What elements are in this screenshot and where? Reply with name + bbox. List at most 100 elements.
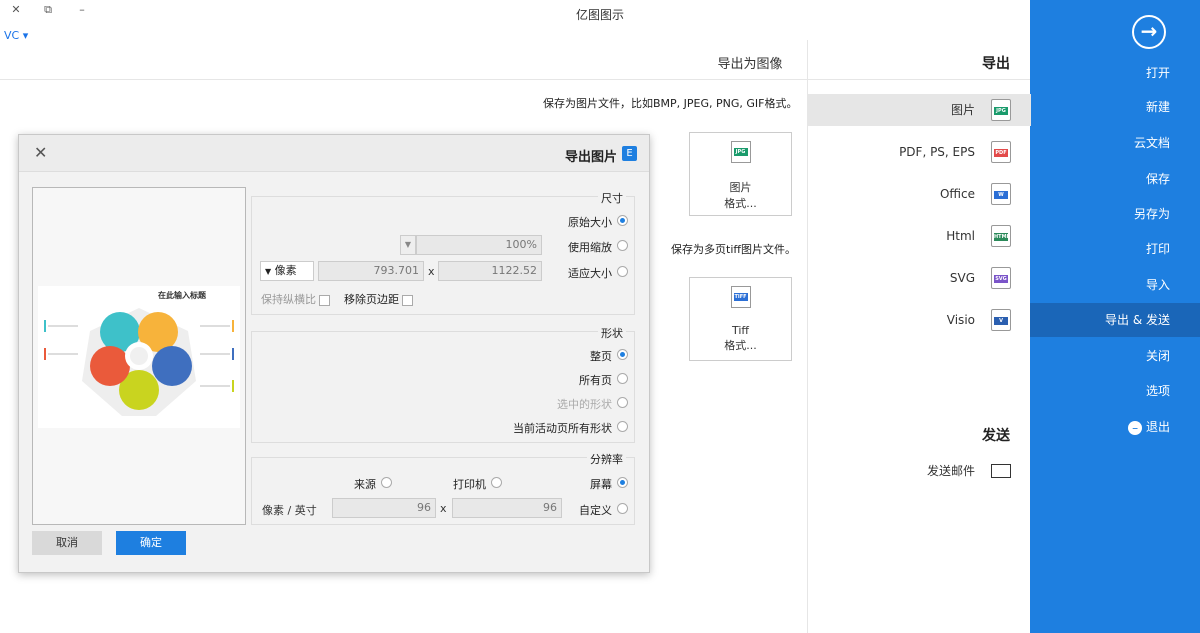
category-label: SVG	[949, 271, 975, 285]
whole-page-radio[interactable]: 整页	[590, 348, 628, 364]
zoom-field[interactable]: 100%	[416, 235, 542, 255]
radio-label: 所有页	[579, 374, 612, 387]
category-label: Office	[939, 187, 975, 201]
app-title: 亿图图示	[575, 8, 624, 22]
remove-margin-checkbox[interactable]: 移除页边距	[344, 291, 413, 307]
dialog-header: ✕ 导出图片 E	[19, 135, 649, 172]
sidebar-item-print[interactable]: 打印	[1030, 232, 1200, 266]
radio-label: 打印机	[453, 478, 486, 491]
exit-icon: –	[1128, 420, 1143, 435]
tiff-format-card[interactable]: TIFF Tiff 格式...	[689, 277, 792, 361]
export-image-dialog: ✕ 导出图片 E 在此输入标题 尺寸 原始大小 使用缩放 ▼ 100% 适应大小…	[18, 134, 650, 573]
radio-label: 屏幕	[590, 478, 612, 491]
svg-file-icon: SVG	[991, 267, 1011, 289]
sidebar-item-open[interactable]: 打开	[1030, 56, 1200, 90]
radio-label: 选中的形状	[557, 398, 612, 411]
card-title: 图片	[729, 181, 752, 194]
sidebar-item-new[interactable]: 新建	[1030, 90, 1200, 124]
close-icon[interactable]: ✕	[34, 143, 47, 162]
current-page-shapes-radio[interactable]: 当前活动页所有形状	[513, 420, 628, 436]
size-group: 尺寸 原始大小 使用缩放 ▼ 100% 适应大小 ▼ 像素 793.701 x …	[251, 190, 635, 315]
category-label: Visio	[946, 313, 975, 327]
times-sign: x	[440, 502, 447, 515]
category-html[interactable]: HTML Html	[808, 220, 1031, 252]
dialog-title: 导出图片	[564, 150, 617, 165]
screen-radio[interactable]: 屏幕	[590, 476, 628, 492]
app-logo-icon: E	[622, 146, 637, 161]
export-heading: 导出	[982, 56, 1010, 72]
sidebar-item-save-as[interactable]: 另存为	[1030, 197, 1200, 231]
word-file-icon: W	[991, 183, 1011, 205]
preview-canvas: 在此输入标题	[38, 286, 240, 428]
category-pdf[interactable]: PDF PDF, PS, EPS	[808, 136, 1031, 168]
radio-label: 整页	[590, 350, 612, 363]
resolution-group: 分辨率 屏幕 打印机 来源 自定义 像素 / 英寸 96 x 96	[251, 451, 635, 525]
zoom-dropdown-arrow-icon[interactable]: ▼	[400, 235, 416, 255]
radio-label: 使用缩放	[568, 241, 612, 254]
send-mail-label: 发送邮件	[926, 464, 975, 478]
category-visio[interactable]: V Visio	[808, 304, 1031, 336]
dpi-y-field[interactable]: 96	[332, 498, 436, 518]
checkbox-label: 移除页边距	[344, 293, 399, 306]
export-preview: 在此输入标题	[32, 187, 246, 525]
sidebar-item-export-send[interactable]: 导出 & 发送	[1030, 303, 1200, 337]
resolution-group-title: 分辨率	[587, 451, 626, 467]
radio-label: 原始大小	[568, 216, 612, 229]
radio-label: 当前活动页所有形状	[513, 422, 612, 435]
jpg-file-icon: JPG	[730, 141, 751, 163]
size-original-radio[interactable]: 原始大小	[568, 214, 628, 230]
dpi-x-field[interactable]: 96	[452, 498, 562, 518]
category-label: Html	[946, 229, 975, 243]
category-label: 图片	[950, 103, 975, 117]
times-sign: x	[428, 265, 435, 278]
all-pages-radio[interactable]: 所有页	[579, 372, 628, 388]
custom-radio[interactable]: 自定义	[579, 502, 628, 518]
page-title: 导出为图像	[717, 57, 783, 72]
selected-shapes-radio[interactable]: 选中的形状	[557, 396, 628, 412]
radio-label: 自定义	[579, 504, 612, 517]
shape-group-title: 形状	[598, 325, 626, 341]
cancel-button[interactable]: 取消	[32, 531, 102, 555]
card-title: Tiff	[731, 324, 749, 337]
keep-ratio-checkbox[interactable]: 保持纵横比	[261, 291, 330, 307]
unit-select[interactable]: ▼ 像素	[260, 261, 314, 281]
size-group-title: 尺寸	[598, 190, 626, 206]
send-heading: 发送	[982, 428, 1010, 444]
ok-button[interactable]: 确定	[116, 531, 186, 555]
flower-diagram-thumbnail	[44, 308, 234, 416]
unit-label: 像素	[274, 264, 297, 277]
dpi-unit-label: 像素 / 英寸	[262, 504, 317, 517]
size-fit-radio[interactable]: 适应大小	[568, 265, 628, 281]
category-label: PDF, PS, EPS	[899, 145, 975, 159]
width-field[interactable]: 1122.52	[438, 261, 542, 281]
export-category-pane: 导出 JPG 图片 PDF PDF, PS, EPS W Office HTML…	[807, 40, 1031, 633]
category-svg[interactable]: SVG SVG	[808, 262, 1031, 294]
category-image[interactable]: JPG 图片	[808, 94, 1031, 126]
back-arrow-icon[interactable]: →	[1132, 15, 1166, 49]
shape-group: 形状 整页 所有页 选中的形状 当前活动页所有形状	[251, 325, 635, 443]
sidebar-item-options[interactable]: 选项	[1030, 374, 1200, 408]
height-field[interactable]: 793.701	[318, 261, 424, 281]
sidebar-item-save[interactable]: 保存	[1030, 162, 1200, 196]
tiff-format-description: 保存为多页tiff图片文件。	[671, 243, 796, 256]
user-menu[interactable]: VC ▾	[4, 29, 28, 42]
radio-label: 适应大小	[568, 267, 612, 280]
visio-file-icon: V	[991, 309, 1011, 331]
card-subtitle: 格式...	[724, 339, 757, 352]
mail-icon	[991, 464, 1011, 478]
send-mail-item[interactable]: 发送邮件	[808, 455, 1031, 487]
category-office[interactable]: W Office	[808, 178, 1031, 210]
image-format-card[interactable]: JPG 图片 格式...	[689, 132, 792, 216]
exit-label: 退出	[1145, 420, 1170, 434]
sidebar-item-import[interactable]: 导入	[1030, 268, 1200, 302]
sidebar-item-close[interactable]: 关闭	[1030, 339, 1200, 373]
tiff-file-icon: TIFF	[730, 286, 751, 308]
sidebar-item-cloud[interactable]: 云文档	[1030, 126, 1200, 160]
sidebar-item-exit[interactable]: – 退出	[1030, 410, 1200, 444]
file-menu-sidebar: → 打开 新建 云文档 保存 另存为 打印 导入 导出 & 发送 关闭 选项 –…	[1030, 0, 1200, 633]
card-subtitle: 格式...	[724, 197, 757, 210]
source-radio[interactable]: 来源	[354, 476, 392, 492]
image-format-description: 保存为图片文件，比如BMP, JPEG, PNG, GIF格式。	[543, 97, 798, 110]
printer-radio[interactable]: 打印机	[453, 476, 502, 492]
size-zoom-radio[interactable]: 使用缩放	[568, 239, 628, 255]
